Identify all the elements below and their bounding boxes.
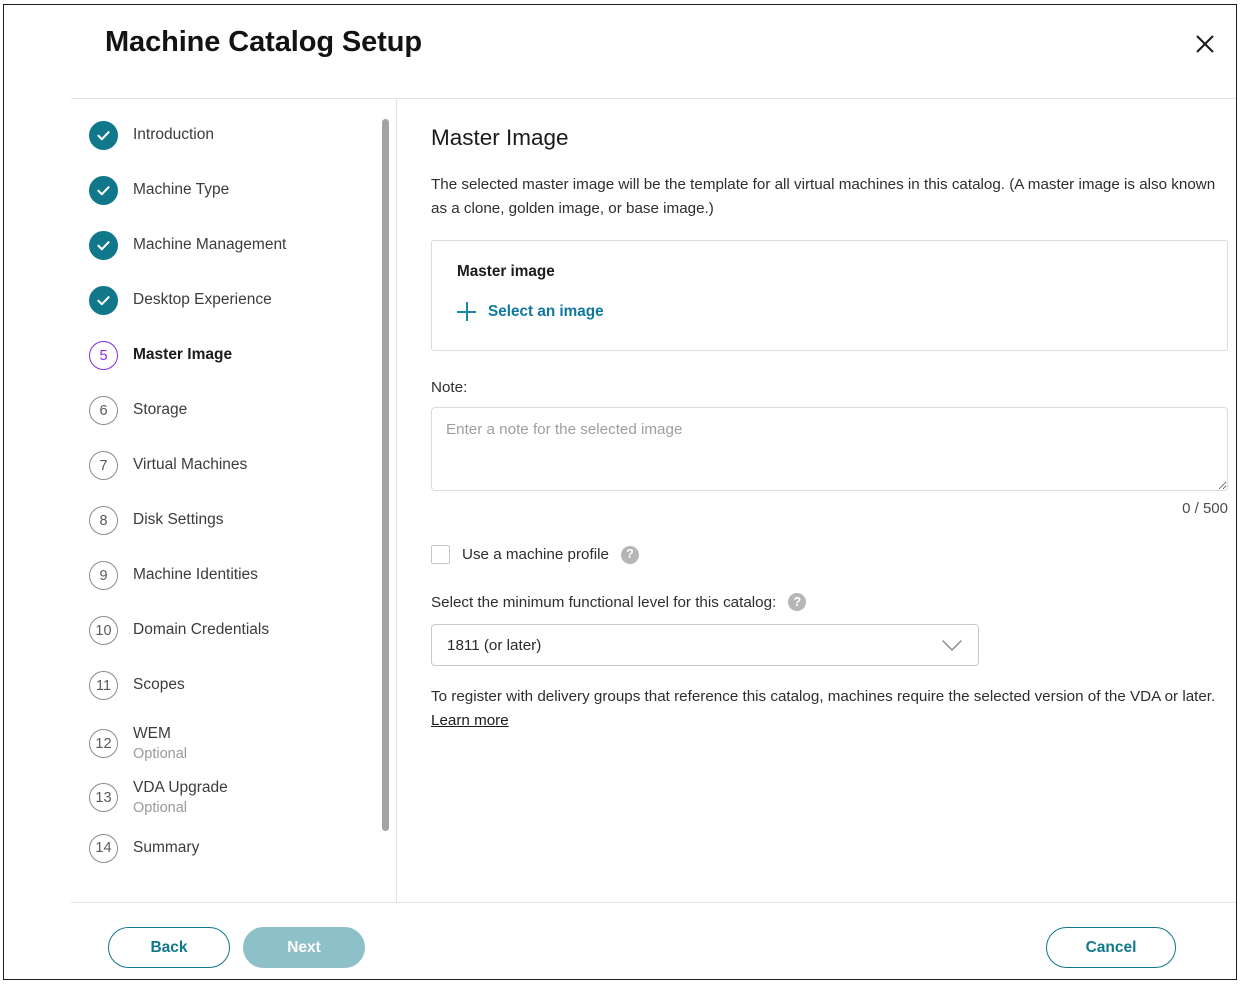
use-machine-profile-checkbox[interactable] [431,545,450,564]
help-icon-functional-level[interactable]: ? [788,593,806,611]
sidebar-step-labels: Master Image [133,346,232,365]
select-an-image-label: Select an image [488,303,604,321]
step-number-badge: 12 [89,729,118,758]
sidebar-step-virtual-machines[interactable]: 7 Virtual Machines [4,450,396,481]
sidebar-step-label: Master Image [133,346,232,363]
sidebar-step-desktop-experience[interactable]: Desktop Experience [4,285,396,316]
page-title: Machine Catalog Setup [105,26,422,59]
sidebar-step-master-image[interactable]: 5 Master Image [4,340,396,371]
machine-catalog-setup-dialog: Machine Catalog Setup Introduction Machin… [3,4,1237,980]
step-number-badge: 14 [89,834,118,863]
functional-level-select-wrap: 1811 (or later) [431,624,979,666]
sidebar-scrollbar-thumb[interactable] [382,119,389,831]
sidebar-step-label: WEM [133,725,171,742]
help-icon-machine-profile[interactable]: ? [621,546,639,564]
sidebar-step-labels: Machine Management [133,236,286,255]
sidebar-step-labels: Storage [133,401,187,420]
sidebar-step-sublabel: Optional [133,746,187,763]
wizard-sidebar: Introduction Machine Type Machine Manageme… [4,99,396,902]
use-machine-profile-row[interactable]: Use a machine profile ? [431,545,639,564]
sidebar-step-machine-type[interactable]: Machine Type [4,175,396,206]
sidebar-step-label: Storage [133,401,187,418]
main-panel: Master Image The selected master image w… [396,99,1238,902]
functional-level-selected-value: 1811 (or later) [447,637,541,654]
sidebar-step-labels: Machine Type [133,181,229,200]
step-complete-check-icon [89,286,118,315]
step-complete-check-icon [89,231,118,260]
sidebar-step-scopes[interactable]: 11 Scopes [4,670,396,701]
step-number-badge: 9 [89,561,118,590]
sidebar-step-domain-credentials[interactable]: 10 Domain Credentials [4,615,396,646]
sidebar-step-labels: WEM Optional [133,725,187,763]
sidebar-step-machine-identities[interactable]: 9 Machine Identities [4,560,396,591]
back-button[interactable]: Back [108,927,230,968]
sidebar-step-labels: Scopes [133,676,185,695]
master-image-label: Master image [457,263,1227,281]
sidebar-step-label: Introduction [133,126,214,143]
sidebar-step-wem[interactable]: 12 WEM Optional [4,725,396,763]
step-complete-check-icon [89,121,118,150]
panel-description: The selected master image will be the te… [431,173,1228,220]
sidebar-step-label: Scopes [133,676,185,693]
sidebar-step-labels: Introduction [133,126,214,145]
sidebar-step-label: Virtual Machines [133,456,247,473]
sidebar-step-labels: Summary [133,839,199,858]
sidebar-step-label: Desktop Experience [133,291,272,308]
sidebar-scrollbar[interactable] [380,107,390,894]
note-input[interactable] [431,407,1228,491]
sidebar-step-labels: Disk Settings [133,511,223,530]
sidebar-step-summary[interactable]: 14 Summary [4,833,396,864]
sidebar-step-label: Machine Type [133,181,229,198]
next-button[interactable]: Next [243,927,365,968]
sidebar-step-machine-management[interactable]: Machine Management [4,230,396,261]
functional-level-label-row: Select the minimum functional level for … [431,593,1228,611]
sidebar-step-labels: Virtual Machines [133,456,247,475]
step-number-badge: 6 [89,396,118,425]
step-number-badge: 5 [89,341,118,370]
functional-level-label: Select the minimum functional level for … [431,594,776,611]
cancel-button[interactable]: Cancel [1046,927,1176,968]
use-machine-profile-label: Use a machine profile [462,546,609,563]
step-number-badge: 7 [89,451,118,480]
functional-level-select[interactable]: 1811 (or later) [431,624,979,666]
step-number-badge: 13 [89,783,118,812]
dialog-header: Machine Catalog Setup [4,5,1236,99]
step-complete-check-icon [89,176,118,205]
sidebar-step-label: Domain Credentials [133,621,269,638]
sidebar-step-labels: VDA Upgrade Optional [133,779,228,817]
sidebar-step-label: VDA Upgrade [133,779,228,796]
sidebar-step-labels: Desktop Experience [133,291,272,310]
sidebar-step-label: Summary [133,839,199,856]
dialog-body: Introduction Machine Type Machine Manageme… [4,99,1236,902]
footer-divider [71,902,1236,903]
sidebar-step-disk-settings[interactable]: 8 Disk Settings [4,505,396,536]
vda-footnote: To register with delivery groups that re… [431,685,1228,732]
learn-more-link[interactable]: Learn more [431,712,509,729]
vda-footnote-text: To register with delivery groups that re… [431,688,1215,705]
master-image-card: Master image Select an image [431,240,1228,351]
select-an-image-button[interactable]: Select an image [457,302,604,321]
plus-icon [457,302,476,321]
sidebar-step-label: Machine Management [133,236,286,253]
sidebar-step-label: Machine Identities [133,566,258,583]
sidebar-step-vda-upgrade[interactable]: 13 VDA Upgrade Optional [4,779,396,817]
sidebar-step-sublabel: Optional [133,800,228,817]
sidebar-step-labels: Domain Credentials [133,621,269,640]
step-number-badge: 11 [89,671,118,700]
panel-title: Master Image [431,125,1228,151]
step-number-badge: 8 [89,506,118,535]
step-number-badge: 10 [89,616,118,645]
sidebar-step-labels: Machine Identities [133,566,258,585]
sidebar-step-storage[interactable]: 6 Storage [4,395,396,426]
sidebar-step-label: Disk Settings [133,511,223,528]
close-icon[interactable] [1186,25,1224,63]
sidebar-step-introduction[interactable]: Introduction [4,120,396,151]
dialog-footer: Back Next Cancel [4,902,1236,979]
note-char-count: 0 / 500 [431,500,1228,517]
note-label: Note: [431,379,1228,396]
wizard-step-list: Introduction Machine Type Machine Manageme… [4,120,396,864]
